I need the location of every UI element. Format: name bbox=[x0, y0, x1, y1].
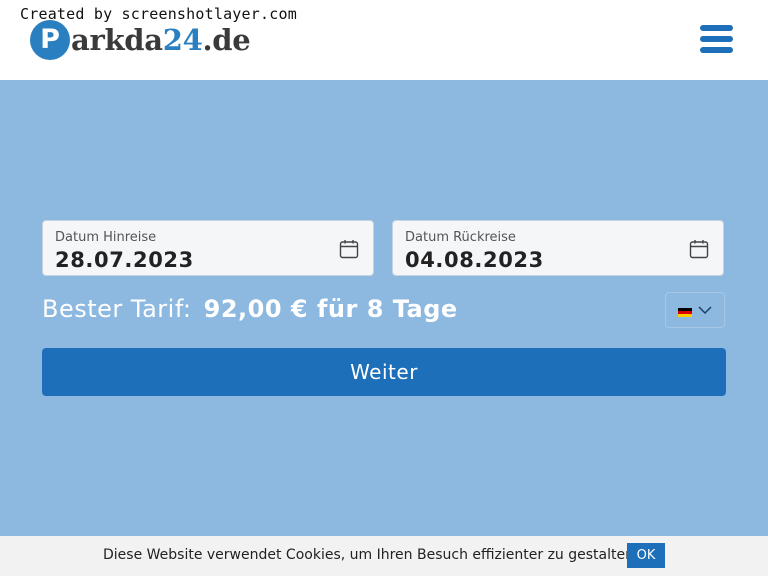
tariff-label: Bester Tarif: bbox=[42, 295, 192, 323]
hamburger-bar bbox=[700, 25, 733, 31]
parkda24-logo[interactable]: P arkda24.de bbox=[30, 20, 251, 60]
hinreise-label: Datum Hinreise bbox=[55, 230, 157, 245]
calendar-icon[interactable] bbox=[339, 239, 359, 259]
hamburger-icon[interactable] bbox=[700, 24, 734, 54]
cookie-text: Diese Website verwendet Cookies, um Ihre… bbox=[103, 547, 639, 563]
hamburger-bar bbox=[700, 36, 733, 42]
chevron-down-icon bbox=[698, 306, 712, 315]
logo-text-main: arkda bbox=[71, 23, 163, 57]
rueckreise-date-field[interactable]: Datum Rückreise 04.08.2023 bbox=[392, 220, 724, 276]
cookie-banner: Diese Website verwendet Cookies, um Ihre… bbox=[0, 536, 768, 576]
german-flag-icon bbox=[678, 308, 692, 317]
rueckreise-label: Datum Rückreise bbox=[405, 230, 516, 245]
logo-badge: P bbox=[30, 20, 70, 60]
hamburger-bar bbox=[700, 47, 733, 53]
booking-hero: Datum Hinreise 28.07.2023 Datum Rückreis… bbox=[0, 80, 768, 536]
cookie-ok-button[interactable]: OK bbox=[627, 543, 665, 568]
language-select[interactable] bbox=[665, 292, 725, 328]
rueckreise-value: 04.08.2023 bbox=[405, 248, 544, 272]
weiter-button[interactable]: Weiter bbox=[42, 348, 726, 396]
logo-text-tld: .de bbox=[202, 23, 251, 57]
best-tariff: Bester Tarif: 92,00 € für 8 Tage bbox=[42, 295, 458, 323]
hinreise-date-field[interactable]: Datum Hinreise 28.07.2023 bbox=[42, 220, 374, 276]
logo-text: arkda24.de bbox=[71, 23, 251, 57]
logo-text-number: 24 bbox=[162, 23, 203, 57]
calendar-icon[interactable] bbox=[689, 239, 709, 259]
site-header: Created by screenshotlayer.com P arkda24… bbox=[0, 0, 768, 80]
tariff-value: 92,00 € für 8 Tage bbox=[203, 295, 458, 323]
hinreise-value: 28.07.2023 bbox=[55, 248, 194, 272]
